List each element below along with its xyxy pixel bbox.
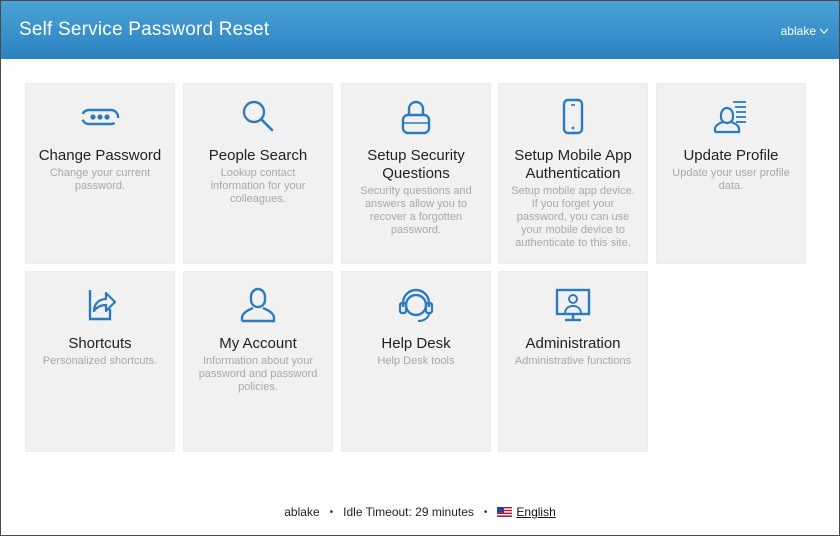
tile-change-password[interactable]: Change Password Change your current pass… [25,83,175,264]
chevron-down-icon [819,28,829,34]
tile-title: Change Password [38,147,162,164]
tile-title: Setup Security Questions [367,147,465,182]
tile-help-desk[interactable]: Help Desk Help Desk tools [341,271,491,452]
tile-title: Help Desk [381,335,451,352]
app-title: Self Service Password Reset [19,19,270,40]
us-flag-icon [497,507,513,517]
user-icon [238,285,278,325]
app-window: Self Service Password Reset ablake Chang… [1,1,839,535]
tile-description: Update your user profile data. [672,167,790,192]
tile-description: Setup mobile app device. If you forget y… [511,185,635,249]
headset-icon [396,285,436,325]
lock-icon [396,97,436,137]
tile-setup-mobile-app[interactable]: Setup Mobile App Authentication Setup mo… [498,83,648,264]
footer-user: ablake [284,505,320,519]
tile-title: Administration [525,335,621,352]
tile-description: Information about your password and pass… [198,355,318,393]
shortcut-arrow-icon [80,285,120,325]
tile-description: Personalized shortcuts. [42,355,158,367]
tile-my-account[interactable]: My Account Information about your passwo… [183,271,333,452]
tile-setup-security-questions[interactable]: Setup Security Questions Security questi… [341,83,491,264]
tile-title: Shortcuts [68,335,132,352]
tile-shortcuts[interactable]: Shortcuts Personalized shortcuts. [25,271,175,452]
idle-timeout: Idle Timeout: 29 minutes [343,505,474,519]
language-selector[interactable]: English [497,505,556,519]
monitor-user-icon [553,285,593,325]
tile-title: Setup Mobile App Authentication [514,147,632,182]
user-menu-label: ablake [780,24,816,38]
tile-description: Administrative functions [514,355,632,367]
footer-separator: • [483,506,488,518]
user-menu[interactable]: ablake [781,24,829,38]
tile-title: People Search [208,147,308,164]
header-bar: Self Service Password Reset ablake [1,1,839,59]
user-profile-icon [711,97,751,137]
tile-update-profile[interactable]: Update Profile Update your user profile … [656,83,806,264]
password-dots-icon [80,97,120,137]
tile-title: Update Profile [683,147,779,164]
tile-administration[interactable]: Administration Administrative functions [498,271,648,452]
tile-people-search[interactable]: People Search Lookup contact information… [183,83,333,264]
mobile-phone-icon [553,97,593,137]
footer: ablake • Idle Timeout: 29 minutes • Engl… [1,505,839,525]
tile-description: Change your current password. [49,167,151,192]
search-icon [238,97,278,137]
footer-separator: • [329,506,334,518]
tile-description: Lookup contact information for your coll… [210,167,306,205]
language-label: English [516,505,556,519]
tile-title: My Account [219,335,297,352]
tile-description: Security questions and answers allow you… [360,185,472,236]
tile-description: Help Desk tools [377,355,455,367]
